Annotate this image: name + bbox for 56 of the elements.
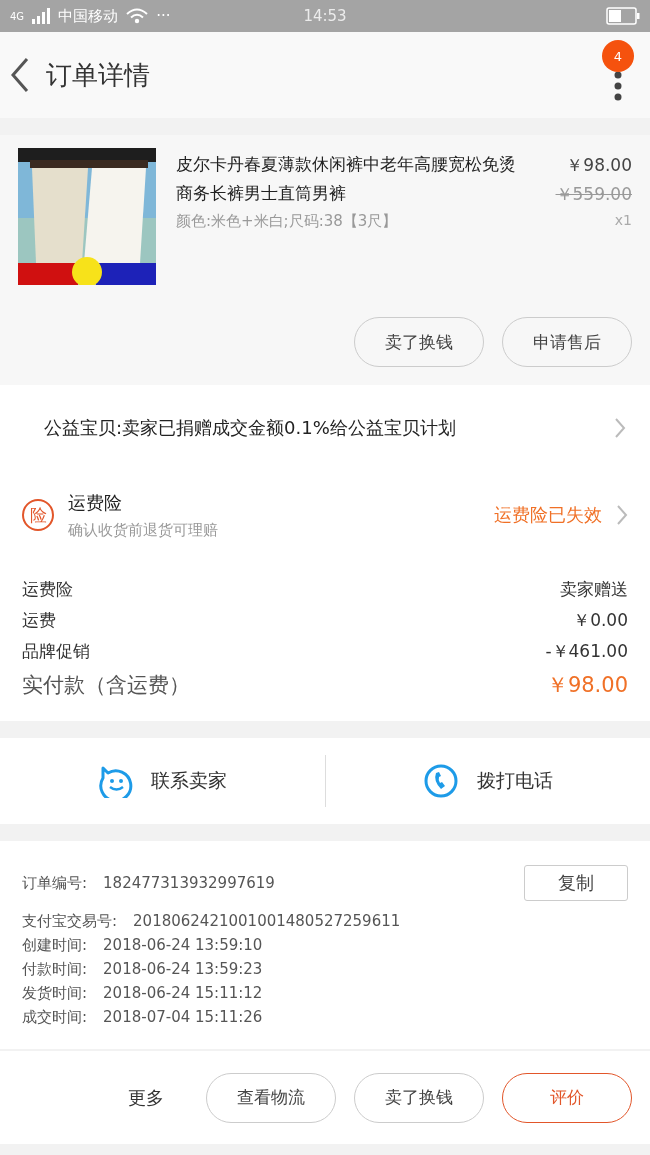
contact-button[interactable]: 拨打电话 [325,738,650,824]
fee-label: 实付款（含运费） [22,672,190,699]
info-label: 订单编号: [22,873,88,894]
contact-button[interactable]: 联系卖家 [0,738,325,824]
original-price: ￥559.00 [555,183,632,206]
charity-text: 公益宝贝:卖家已捐赠成交金额0.1%给公益宝贝计划 [44,415,457,440]
insurance-subtitle: 确认收货前退货可理赔 [68,520,219,540]
fee-label: 运费险 [22,578,73,601]
battery-icon [606,7,640,25]
clock-time: 14:53 [303,7,347,25]
wifi-icon [126,8,149,24]
info-value: 2018-06-24 13:59:10 [103,935,263,956]
chevron-right-icon [614,416,626,439]
phone-icon [422,763,459,799]
more-link[interactable]: 更多 [128,1085,164,1110]
info-value: 2018-06-24 13:59:23 [103,959,263,980]
page-title: 订单详情 [46,58,150,92]
action-button[interactable]: 卖了换钱 [354,1072,484,1123]
fee-value: ￥98.00 [546,672,628,699]
fee-label: 运费 [22,609,56,632]
more-indicator: ··· [156,7,171,25]
back-icon[interactable] [10,57,30,93]
action-button[interactable]: 评价 [502,1072,632,1123]
insurance-status: 运费险已失效 [494,503,602,527]
info-value: 2018-07-04 15:11:26 [103,1007,263,1028]
info-label: 付款时间: [22,959,88,980]
notification-badge: 4 [602,40,634,72]
network-label: 4G [10,10,25,22]
insurance-icon: 险 [22,499,54,531]
info-label: 支付宝交易号: [22,911,118,932]
product-spec: 颜色:米色+米白;尺码:38【3尺】 [176,212,399,231]
copy-button[interactable]: 复制 [524,865,628,901]
fee-value: 卖家赠送 [560,578,628,601]
fee-value: ￥0.00 [573,609,628,632]
smiley-chat-icon [97,764,134,798]
more-menu-icon[interactable] [614,71,622,101]
quantity: x1 [614,212,632,228]
carrier-label: 中国移动 [58,6,119,26]
product-price: ￥98.00 [566,154,632,177]
chevron-right-icon [616,504,628,526]
info-value: 2018-06-24 15:11:12 [103,983,263,1004]
action-button[interactable]: 查看物流 [206,1072,336,1123]
insurance-title: 运费险 [68,490,123,515]
fee-value: -￥461.00 [545,640,628,663]
fee-label: 品牌促销 [22,640,90,663]
info-label: 成交时间: [22,1007,88,1028]
info-value: 2018062421001001480527259611 [133,911,401,932]
insurance-row[interactable]: 险 运费险 确认收货前退货可理赔 运费险已失效 [0,470,650,560]
action-button[interactable]: 卖了换钱 [354,317,484,367]
action-button[interactable]: 申请售后 [502,317,632,367]
signal-icon [32,8,51,24]
charity-row[interactable]: 公益宝贝:卖家已捐赠成交金额0.1%给公益宝贝计划 [0,385,650,470]
product-title: 皮尔卡丹春夏薄款休闲裤中老年高腰宽松免烫商务长裤男士直筒男裤 [176,153,517,205]
info-label: 创建时间: [22,935,88,956]
info-label: 发货时间: [22,983,88,1004]
info-value: 182477313932997619 [103,873,275,894]
